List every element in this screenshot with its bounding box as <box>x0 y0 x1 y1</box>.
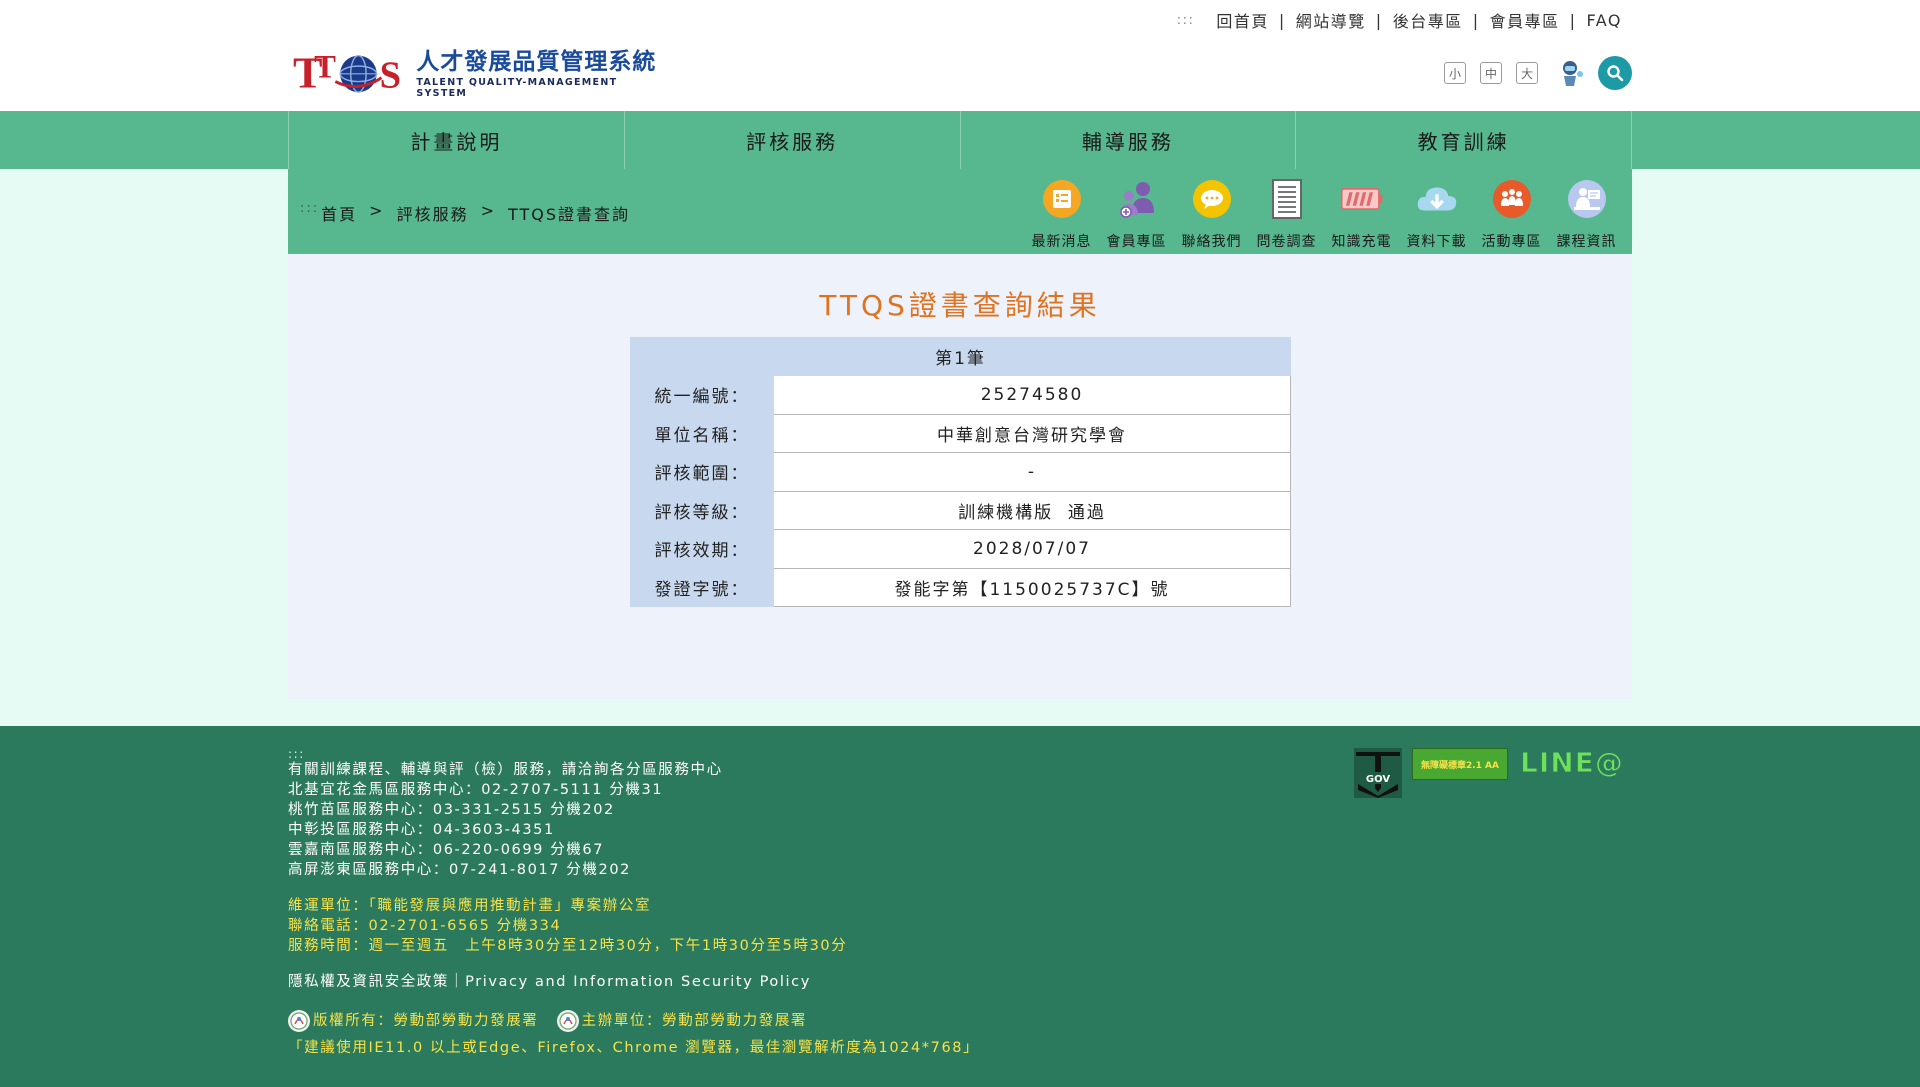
footer-phone: 聯絡電話：02-2701-6565 分機334 <box>288 918 562 934</box>
table-row: 單位名稱： 中華創意台灣研究學會 <box>630 413 1291 453</box>
breadcrumb-current: TTQS證書查詢 <box>507 205 631 224</box>
wda-seal-icon <box>288 1010 310 1032</box>
record-header: 第1筆 <box>630 337 1291 376</box>
quick-links: 最新消息 會員專區 聯絡我們 問卷調查 知識充電 資料下載 活動專區 課程資訊 <box>1024 177 1624 251</box>
svg-text:T: T <box>314 50 336 86</box>
chat-icon <box>1192 180 1231 218</box>
search-icon <box>1607 65 1624 82</box>
quicklink-survey[interactable]: 問卷調查 <box>1249 177 1324 251</box>
breadcrumb: ::: 首頁 > 評核服務 > TTQS證書查詢 <box>300 201 631 225</box>
accesskey-center[interactable]: ::: <box>300 201 319 225</box>
news-icon <box>1042 180 1081 218</box>
row-value: - <box>773 452 1291 492</box>
search-button[interactable] <box>1598 56 1632 90</box>
quicklink-download[interactable]: 資料下載 <box>1399 177 1474 251</box>
members-icon <box>1119 182 1154 218</box>
site-logo[interactable]: T T S 人才發展品質管理系統 TALENT QUALITY-MANAGEME… <box>293 44 663 99</box>
course-icon <box>1567 180 1606 218</box>
nav-evaluation-service[interactable]: 評核服務 <box>623 111 960 169</box>
footer-center: 北基宜花金馬區服務中心：02-2707-5111 分機31 <box>288 782 664 798</box>
breadcrumb-home[interactable]: 首頁 <box>321 201 357 225</box>
footer-center: 中彰投區服務中心：04-3603-4351 <box>288 822 555 838</box>
row-key: 評核效期： <box>630 529 774 569</box>
svg-text:S: S <box>380 54 401 96</box>
member-link[interactable]: 會員專區 <box>1490 8 1560 32</box>
organizer: 主辦單位：勞動部勞動力發展署 <box>556 1010 807 1032</box>
footer-intro: 有關訓練課程、輔導與評（檢）服務，請洽詢各分區服務中心 <box>288 762 723 778</box>
sub-bar: ::: 首頁 > 評核服務 > TTQS證書查詢 最新消息 會員專區 聯絡我們 … <box>288 169 1632 254</box>
copyright-owner: 版權所有：勞動部勞動力發展署 <box>288 1010 538 1032</box>
footer-center: 桃竹苗區服務中心：03-331-2515 分機202 <box>288 802 615 818</box>
font-large-button[interactable]: 大 <box>1516 62 1538 84</box>
faq-link[interactable]: FAQ <box>1587 11 1623 30</box>
row-key: 發證字號： <box>630 567 774 607</box>
sitemap-link[interactable]: 網站導覽 <box>1296 8 1366 32</box>
row-value: 中華創意台灣研究學會 <box>773 413 1291 453</box>
quicklink-activity[interactable]: 活動專區 <box>1474 177 1549 251</box>
svg-text:GOV: GOV <box>1366 774 1390 785</box>
nav-plan-description[interactable]: 計畫說明 <box>288 111 624 169</box>
header-tools: 小 中 大 <box>1444 56 1632 90</box>
home-link[interactable]: 回首頁 <box>1216 8 1269 32</box>
main-content: TTQS證書查詢結果 第1筆 統一編號： 25274580 單位名稱： 中華創意… <box>288 254 1632 699</box>
font-small-button[interactable]: 小 <box>1444 62 1466 84</box>
row-key: 統一編號： <box>630 375 774 415</box>
row-key: 單位名稱： <box>630 413 774 453</box>
table-row: 統一編號： 25274580 <box>630 375 1291 415</box>
accesskey-top[interactable]: ::: <box>1177 13 1195 28</box>
row-value: 2028/07/07 <box>773 529 1291 569</box>
certificate-result-table: 第1筆 統一編號： 25274580 單位名稱： 中華創意台灣研究學會 評核範圍… <box>630 337 1291 607</box>
ttqs-logo-icon: T T S <box>293 48 401 96</box>
logo-title: 人才發展品質管理系統 <box>416 48 657 75</box>
top-links: ::: 回首頁 | 網站導覽 | 後台專區 | 會員專區 | FAQ <box>1177 8 1622 32</box>
cloud-download-icon <box>1417 187 1456 211</box>
line-badge[interactable]: LINE@ <box>1520 747 1624 778</box>
table-row: 評核範圍： - <box>630 452 1291 492</box>
site-footer: ::: 有關訓練課程、輔導與評（檢）服務，請洽詢各分區服務中心 北基宜花金馬區服… <box>0 726 1920 1087</box>
battery-icon <box>1340 188 1382 210</box>
footer-center: 雲嘉南區服務中心：06-220-0699 分機67 <box>288 842 605 858</box>
footer-operator: 維運單位：「職能發展與應用推動計畫」專案辦公室 <box>288 898 652 914</box>
wda-seal-icon <box>556 1010 579 1032</box>
table-row: 評核等級： 訓練機構版 通過 <box>630 490 1291 530</box>
gov-badge-icon[interactable]: GOV <box>1354 748 1402 798</box>
survey-icon <box>1271 179 1302 219</box>
main-nav: 計畫說明 評核服務 輔導服務 教育訓練 <box>0 111 1920 169</box>
quicklink-course[interactable]: 課程資訊 <box>1549 177 1624 251</box>
nav-counseling-service[interactable]: 輔導服務 <box>959 111 1296 169</box>
quicklink-contact[interactable]: 聯絡我們 <box>1174 177 1249 251</box>
row-value: 發能字第【1150025737C】號 <box>773 567 1291 607</box>
accesskey-footer[interactable]: ::: <box>288 748 979 760</box>
robot-assistant-icon[interactable] <box>1556 58 1586 88</box>
breadcrumb-evaluation[interactable]: 評核服務 <box>397 201 469 225</box>
row-value: 25274580 <box>773 375 1291 415</box>
site-header: ::: 回首頁 | 網站導覽 | 後台專區 | 會員專區 | FAQ T T S… <box>0 0 1920 111</box>
footer-hours: 服務時間：週一至週五 上午8時30分至12時30分，下午1時30分至5時30分 <box>288 938 848 954</box>
logo-subtitle: TALENT QUALITY-MANAGEMENT SYSTEM <box>416 76 618 99</box>
table-row: 發證字號： 發能字第【1150025737C】號 <box>630 567 1291 607</box>
table-row: 評核效期： 2028/07/07 <box>630 529 1291 569</box>
row-key: 評核範圍： <box>630 452 774 492</box>
row-value: 訓練機構版 通過 <box>773 490 1291 530</box>
accessibility-badge[interactable]: 無障礙標章2.1 AA <box>1412 748 1508 780</box>
footer-badges: GOV 無障礙標章2.1 AA LINE@ <box>1354 747 1624 798</box>
quicklink-members[interactable]: 會員專區 <box>1099 177 1174 251</box>
font-medium-button[interactable]: 中 <box>1480 62 1502 84</box>
quicklink-news[interactable]: 最新消息 <box>1024 177 1099 251</box>
page-title: TTQS證書查詢結果 <box>819 289 1101 322</box>
quicklink-knowledge[interactable]: 知識充電 <box>1324 177 1399 251</box>
backend-link[interactable]: 後台專區 <box>1393 8 1463 32</box>
privacy-policy-link[interactable]: 隱私權及資訊安全政策｜Privacy and Information Secur… <box>288 972 979 992</box>
row-key: 評核等級： <box>630 490 774 530</box>
footer-center: 高屏澎東區服務中心：07-241-8017 分機202 <box>288 862 631 878</box>
browser-note: 「建議使用IE11.0 以上或Edge、Firefox、Chrome 瀏覽器，最… <box>288 1040 980 1056</box>
nav-education-training[interactable]: 教育訓練 <box>1295 111 1632 169</box>
activity-icon <box>1492 180 1531 218</box>
